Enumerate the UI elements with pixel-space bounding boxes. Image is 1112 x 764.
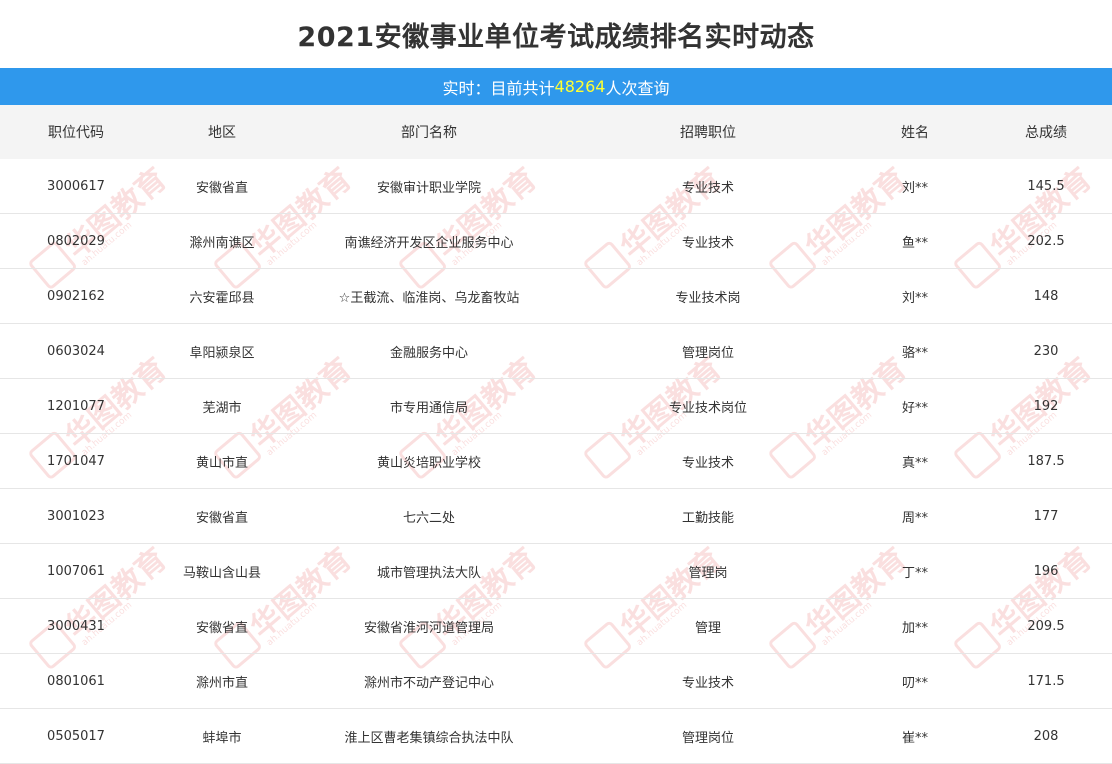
table-header-row: 职位代码 地区 部门名称 招聘职位 姓名 总成绩 — [0, 105, 1112, 159]
cell-department: 安徽省淮河河道管理局 — [292, 598, 566, 654]
banner-prefix: 实时：目前共计 — [442, 78, 555, 98]
header-total-score: 总成绩 — [980, 105, 1112, 159]
table-row: 3000617 安徽省直 安徽审计职业学院 专业技术 刘** 145.5 — [0, 159, 1112, 214]
table-row: 3001023 安徽省直 七六二处 工勤技能 周** 177 — [0, 488, 1112, 544]
header-name: 姓名 — [850, 105, 980, 159]
cell-total-score: 171.5 — [980, 653, 1112, 709]
table-row: 0603024 阜阳颍泉区 金融服务中心 管理岗位 骆** 230 — [0, 323, 1112, 379]
cell-job-title: 专业技术 — [566, 433, 850, 489]
cell-position-code: 3001023 — [0, 488, 152, 544]
cell-name: 丁** — [850, 543, 980, 599]
cell-name: 真** — [850, 433, 980, 489]
cell-region: 芜湖市 — [152, 378, 292, 434]
cell-position-code: 1201077 — [0, 378, 152, 434]
cell-name: 骆** — [850, 323, 980, 379]
cell-job-title: 工勤技能 — [566, 488, 850, 544]
cell-region: 安徽省直 — [152, 159, 292, 214]
banner-suffix: 人次查询 — [605, 78, 670, 98]
table-row: 1201077 芜湖市 市专用通信局 专业技术岗位 好** 192 — [0, 378, 1112, 434]
cell-department: 滁州市不动产登记中心 — [292, 653, 566, 709]
cell-region: 安徽省直 — [152, 488, 292, 544]
cell-job-title: 管理岗位 — [566, 708, 850, 764]
cell-name: 崔** — [850, 708, 980, 764]
cell-name: 叨** — [850, 653, 980, 709]
cell-department: ☆王截流、临淮岗、乌龙畜牧站 — [292, 268, 566, 324]
cell-region: 黄山市直 — [152, 433, 292, 489]
table-row: 0505017 蚌埠市 淮上区曹老集镇综合执法中队 管理岗位 崔** 208 — [0, 708, 1112, 764]
cell-department: 淮上区曹老集镇综合执法中队 — [292, 708, 566, 764]
table-row: 1701047 黄山市直 黄山炎培职业学校 专业技术 真** 187.5 — [0, 433, 1112, 489]
cell-total-score: 145.5 — [980, 159, 1112, 214]
cell-region: 阜阳颍泉区 — [152, 323, 292, 379]
cell-position-code: 1701047 — [0, 433, 152, 489]
cell-position-code: 0505017 — [0, 708, 152, 764]
cell-department: 黄山炎培职业学校 — [292, 433, 566, 489]
cell-total-score: 192 — [980, 378, 1112, 434]
header-position-code: 职位代码 — [0, 105, 152, 159]
cell-name: 刘** — [850, 268, 980, 324]
cell-position-code: 0902162 — [0, 268, 152, 324]
cell-region: 滁州市直 — [152, 653, 292, 709]
cell-position-code: 0802029 — [0, 213, 152, 269]
cell-department: 城市管理执法大队 — [292, 543, 566, 599]
cell-name: 周** — [850, 488, 980, 544]
cell-region: 蚌埠市 — [152, 708, 292, 764]
cell-total-score: 148 — [980, 268, 1112, 324]
cell-name: 刘** — [850, 159, 980, 214]
table-row: 0802029 滁州南谯区 南谯经济开发区企业服务中心 专业技术 鱼** 202.5 — [0, 213, 1112, 269]
query-count: 48264 — [554, 77, 606, 96]
cell-region: 滁州南谯区 — [152, 213, 292, 269]
header-department: 部门名称 — [292, 105, 566, 159]
table-row: 1007061 马鞍山含山县 城市管理执法大队 管理岗 丁** 196 — [0, 543, 1112, 599]
cell-region: 马鞍山含山县 — [152, 543, 292, 599]
cell-department: 七六二处 — [292, 488, 566, 544]
realtime-query-banner: 实时：目前共计 48264 人次查询 — [0, 68, 1112, 105]
cell-name: 加** — [850, 598, 980, 654]
header-job-title: 招聘职位 — [566, 105, 850, 159]
cell-position-code: 0603024 — [0, 323, 152, 379]
cell-job-title: 管理 — [566, 598, 850, 654]
cell-name: 鱼** — [850, 213, 980, 269]
cell-total-score: 202.5 — [980, 213, 1112, 269]
cell-job-title: 管理岗 — [566, 543, 850, 599]
page-title: 2021安徽事业单位考试成绩排名实时动态 — [297, 21, 815, 53]
cell-job-title: 专业技术 — [566, 653, 850, 709]
cell-region: 六安霍邱县 — [152, 268, 292, 324]
table-row: 3000431 安徽省直 安徽省淮河河道管理局 管理 加** 209.5 — [0, 598, 1112, 654]
cell-department: 市专用通信局 — [292, 378, 566, 434]
cell-total-score: 208 — [980, 708, 1112, 764]
cell-job-title: 专业技术岗 — [566, 268, 850, 324]
cell-total-score: 196 — [980, 543, 1112, 599]
cell-job-title: 管理岗位 — [566, 323, 850, 379]
cell-name: 好** — [850, 378, 980, 434]
cell-job-title: 专业技术 — [566, 213, 850, 269]
table-row: 0902162 六安霍邱县 ☆王截流、临淮岗、乌龙畜牧站 专业技术岗 刘** 148 — [0, 268, 1112, 324]
header-region: 地区 — [152, 105, 292, 159]
table-row: 0801061 滁州市直 滁州市不动产登记中心 专业技术 叨** 171.5 — [0, 653, 1112, 709]
cell-department: 金融服务中心 — [292, 323, 566, 379]
cell-position-code: 1007061 — [0, 543, 152, 599]
cell-total-score: 187.5 — [980, 433, 1112, 489]
cell-total-score: 177 — [980, 488, 1112, 544]
cell-position-code: 3000431 — [0, 598, 152, 654]
cell-department: 安徽审计职业学院 — [292, 159, 566, 214]
table-body: 3000617 安徽省直 安徽审计职业学院 专业技术 刘** 145.5 0802029 滁州… — [0, 159, 1112, 764]
cell-region: 安徽省直 — [152, 598, 292, 654]
cell-total-score: 230 — [980, 323, 1112, 379]
cell-job-title: 专业技术岗位 — [566, 378, 850, 434]
cell-department: 南谯经济开发区企业服务中心 — [292, 213, 566, 269]
cell-total-score: 209.5 — [980, 598, 1112, 654]
ranking-table: 职位代码 地区 部门名称 招聘职位 姓名 总成绩 3000617 安徽省直 安徽审计… — [0, 105, 1112, 764]
cell-position-code: 3000617 — [0, 159, 152, 214]
cell-position-code: 0801061 — [0, 653, 152, 709]
cell-job-title: 专业技术 — [566, 159, 850, 214]
